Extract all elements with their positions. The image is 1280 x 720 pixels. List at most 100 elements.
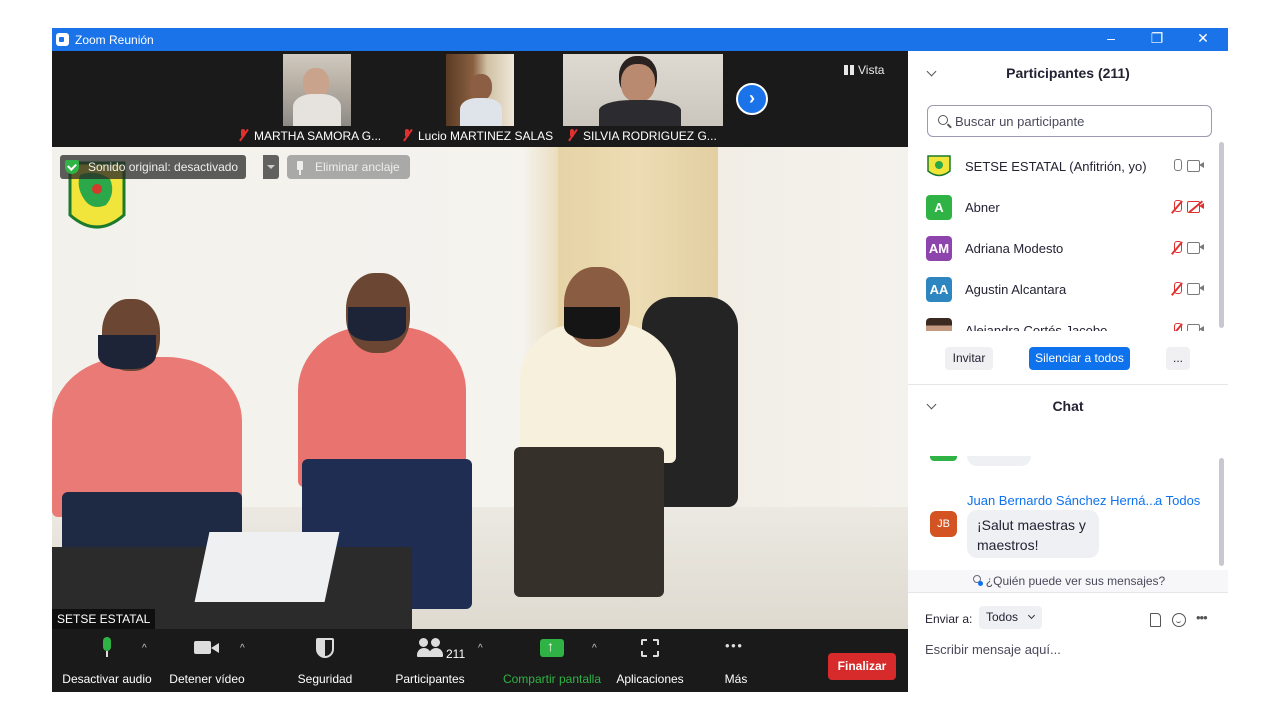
avatar: JB: [930, 511, 957, 537]
mute-button[interactable]: Desactivar audio: [62, 637, 152, 686]
chevron-down-icon[interactable]: [926, 66, 937, 77]
who-can-see-messages[interactable]: ¿Quién puede ver sus mensajes?: [908, 570, 1228, 592]
participant-row[interactable]: AM Adriana Modesto: [908, 228, 1216, 269]
participants-header: Participantes (211): [908, 58, 1228, 88]
more-options-icon[interactable]: •••: [1196, 610, 1208, 625]
send-to-label: Enviar a:: [925, 612, 973, 626]
shield-check-icon: [65, 160, 79, 174]
participant-row[interactable]: Alejandra Cortés Jacobo: [908, 310, 1216, 331]
participant-name: SETSE ESTATAL (Anfitrión, yo): [965, 159, 1147, 174]
chat-message-input[interactable]: [925, 638, 1215, 660]
participant-name: Agustin Alcantara: [965, 282, 1067, 297]
restore-button[interactable]: ❐: [1134, 28, 1180, 51]
apps-icon: [641, 637, 659, 659]
end-meeting-button[interactable]: Finalizar: [828, 653, 896, 680]
close-button[interactable]: ✕: [1180, 28, 1226, 51]
pin-icon: [297, 161, 303, 175]
chat-scrollbar[interactable]: [1219, 458, 1224, 566]
participant-row[interactable]: AA Agustin Alcantara: [908, 269, 1216, 310]
stop-video-button[interactable]: Detener vídeo: [164, 637, 250, 686]
meeting-area: MARTHA SAMORA G... Lucio MARTINEZ SALAS …: [52, 51, 908, 692]
microphone-icon: [99, 637, 115, 659]
share-options-caret[interactable]: ^: [592, 643, 597, 654]
avatar: [930, 456, 957, 461]
grid-view-icon: [844, 65, 854, 75]
more-dots-icon: [725, 637, 747, 659]
meeting-toolbar: Desactivar audio ^ Detener vídeo ^ Segur…: [52, 629, 908, 692]
avatar: AM: [926, 236, 952, 261]
participant-name: Abner: [965, 200, 1000, 215]
participants-button[interactable]: Participantes: [390, 637, 470, 686]
microphone-muted-icon[interactable]: [1170, 200, 1184, 214]
thumbnail-name: SILVIA RODRIGUEZ G...: [567, 129, 717, 143]
original-sound-badge[interactable]: Sonido original: desactivado: [60, 155, 247, 179]
share-screen-button[interactable]: Compartir pantalla: [500, 637, 604, 686]
search-input[interactable]: [955, 110, 1205, 132]
participant-name: Adriana Modesto: [965, 241, 1064, 256]
recipient-dropdown[interactable]: Todos: [979, 606, 1043, 629]
participant-row[interactable]: SETSE ESTATAL (Anfitrión, yo): [908, 146, 1216, 187]
message-recipient: a Todos: [1155, 493, 1201, 508]
security-button[interactable]: Seguridad: [290, 637, 360, 686]
avatar: A: [926, 195, 952, 220]
audio-options-caret[interactable]: ^: [142, 643, 147, 654]
zoom-logo-icon: [56, 33, 69, 46]
avatar: [926, 318, 952, 331]
chevron-down-icon[interactable]: [926, 399, 937, 410]
participant-video: [563, 54, 723, 126]
minimize-button[interactable]: –: [1088, 28, 1134, 51]
side-panel: Participantes (211) SETSE ESTATAL (Anfit…: [908, 51, 1228, 692]
chevron-down-icon: [1027, 611, 1036, 620]
participant-search[interactable]: [927, 105, 1212, 137]
participants-options-caret[interactable]: ^: [478, 643, 483, 654]
thumbnail-name: Lucio MARTINEZ SALAS: [402, 129, 553, 143]
video-options-caret[interactable]: ^: [240, 643, 245, 654]
chat-bubble: ¡Salut maestras y maestros!: [967, 510, 1099, 558]
thumbnail-silvia[interactable]: SILVIA RODRIGUEZ G...: [563, 54, 733, 146]
chat-bubble: [967, 456, 1031, 466]
video-camera-icon[interactable]: [1187, 324, 1205, 331]
video-camera-icon: [194, 637, 220, 659]
thumbnail-name: MARTHA SAMORA G...: [238, 129, 381, 143]
participants-icon: [417, 637, 443, 659]
file-icon[interactable]: [1150, 613, 1161, 627]
microphone-muted-icon[interactable]: [1170, 323, 1184, 331]
apps-button[interactable]: Aplicaciones: [614, 637, 686, 686]
zoom-window: Zoom Reunión – ❐ ✕ MARTHA SAMORA G... Lu…: [52, 28, 1228, 692]
video-camera-icon[interactable]: [1187, 242, 1205, 254]
video-camera-off-icon[interactable]: [1187, 200, 1205, 213]
participant-scrollbar[interactable]: [1219, 142, 1224, 328]
participants-more-button[interactable]: ...: [1166, 347, 1190, 370]
video-camera-icon[interactable]: [1187, 283, 1205, 295]
mute-all-button[interactable]: Silenciar a todos: [1029, 347, 1130, 370]
participant-video: [283, 54, 351, 126]
microphone-muted-icon[interactable]: [1170, 241, 1184, 255]
participant-name: Alejandra Cortés Jacobo: [965, 323, 1108, 331]
microphone-icon[interactable]: [1170, 159, 1184, 173]
thumbnail-martha[interactable]: MARTHA SAMORA G...: [238, 54, 398, 146]
speaker-name-label: SETSE ESTATAL: [52, 609, 156, 629]
security-shield-icon: [316, 637, 334, 659]
mic-muted-icon: [567, 129, 577, 141]
avatar: AA: [926, 277, 952, 302]
original-sound-dropdown[interactable]: [263, 155, 279, 179]
main-speaker-video: Sonido original: desactivado Eliminar an…: [52, 147, 908, 629]
microphone-muted-icon[interactable]: [1170, 282, 1184, 296]
invite-button[interactable]: Invitar: [945, 347, 993, 370]
avatar: [927, 155, 951, 177]
mic-muted-icon: [402, 129, 412, 141]
next-page-button[interactable]: ›: [736, 83, 768, 115]
more-button[interactable]: Más: [716, 637, 756, 686]
share-screen-icon: [540, 637, 564, 659]
paper: [194, 532, 340, 602]
participant-video: [446, 54, 514, 126]
emoji-icon[interactable]: [1172, 613, 1186, 627]
chat-messages: Juan Bernardo Sánchez Herná... a Todos J…: [908, 456, 1228, 566]
message-sender[interactable]: Juan Bernardo Sánchez Herná...: [967, 493, 1156, 508]
video-camera-icon[interactable]: [1187, 160, 1205, 172]
participant-row[interactable]: A Abner: [908, 187, 1216, 228]
thumbnail-lucio[interactable]: Lucio MARTINEZ SALAS: [402, 54, 562, 146]
view-button[interactable]: Vista: [844, 63, 884, 77]
unpin-button[interactable]: Eliminar anclaje: [287, 155, 410, 179]
participant-list: SETSE ESTATAL (Anfitrión, yo) A Abner AM…: [908, 146, 1216, 331]
